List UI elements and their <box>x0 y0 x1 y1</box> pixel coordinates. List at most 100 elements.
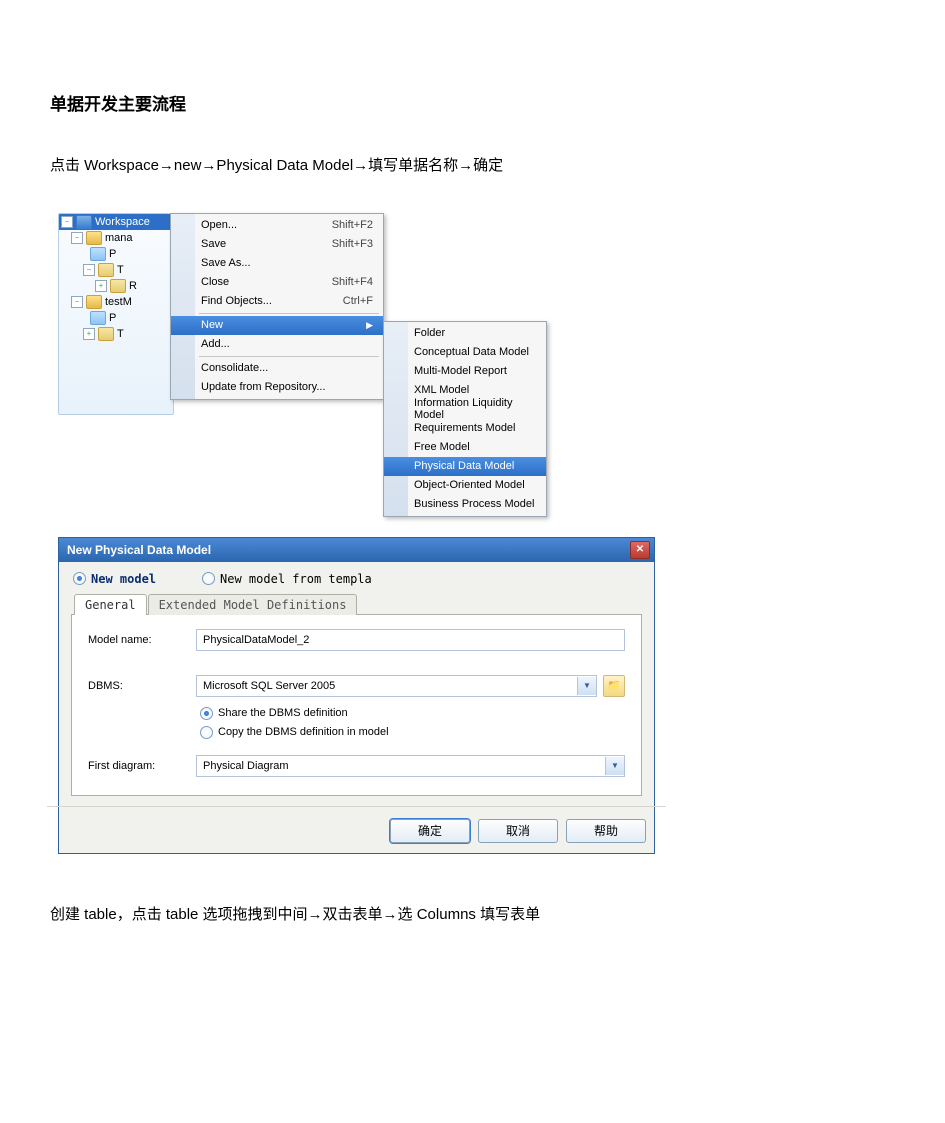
menu-close[interactable]: Close Shift+F4 <box>171 273 383 292</box>
package-icon <box>86 295 102 309</box>
input-value: PhysicalDataModel_2 <box>203 634 309 646</box>
radio-icon <box>202 572 215 585</box>
menu-shortcut: Shift+F4 <box>308 276 373 288</box>
ok-button[interactable]: 确定 <box>390 819 470 843</box>
tree-label: testM <box>105 296 132 308</box>
tree-item[interactable]: P <box>59 246 173 262</box>
new-pdm-dialog: New Physical Data Model ✕ New model New … <box>58 537 655 854</box>
menu-label: Requirements Model <box>414 422 516 434</box>
radio-copy-dbms[interactable]: Copy the DBMS definition in model <box>200 726 625 739</box>
menu-open[interactable]: Open... Shift+F2 <box>171 216 383 235</box>
folder-icon <box>98 327 114 341</box>
tab-general[interactable]: General <box>74 594 147 615</box>
tree-label: T <box>117 328 124 340</box>
submenu-ilm[interactable]: Information Liquidity Model <box>384 400 546 419</box>
chevron-down-icon[interactable]: ▼ <box>577 677 596 695</box>
browse-folder-icon[interactable]: 📁 <box>603 675 625 697</box>
menu-save-as[interactable]: Save As... <box>171 254 383 273</box>
tree-label: P <box>109 312 116 324</box>
menu-add[interactable]: Add... <box>171 335 383 354</box>
tree-label: T <box>117 264 124 276</box>
menu-label: Update from Repository... <box>201 381 326 393</box>
tab-panel-general: Model name: PhysicalDataModel_2 DBMS: Mi… <box>71 614 642 796</box>
menu-update-repository[interactable]: Update from Repository... <box>171 378 383 397</box>
menu-shortcut: Shift+F2 <box>308 219 373 231</box>
menu-label: Add... <box>201 338 230 350</box>
menu-shortcut: Ctrl+F <box>319 295 373 307</box>
select-dbms[interactable]: Microsoft SQL Server 2005 ▼ <box>196 675 597 697</box>
menu-save[interactable]: Save Shift+F3 <box>171 235 383 254</box>
folder-icon <box>110 279 126 293</box>
submenu-mmr[interactable]: Multi-Model Report <box>384 362 546 381</box>
submenu-folder[interactable]: Folder <box>384 324 546 343</box>
tree-item[interactable]: − T <box>59 262 173 278</box>
menu-label: Save As... <box>201 257 251 269</box>
menu-label: Consolidate... <box>201 362 268 374</box>
menu-label: Multi-Model Report <box>414 365 507 377</box>
select-first-diagram[interactable]: Physical Diagram ▼ <box>196 755 625 777</box>
tree-item[interactable]: + R <box>59 278 173 294</box>
radio-label: Copy the DBMS definition in model <box>218 726 389 738</box>
tree-toggle-icon[interactable]: − <box>71 232 83 244</box>
menu-separator <box>199 356 379 357</box>
radio-share-dbms[interactable]: Share the DBMS definition <box>200 707 625 720</box>
submenu-cdm[interactable]: Conceptual Data Model <box>384 343 546 362</box>
folder-icon <box>98 263 114 277</box>
chevron-down-icon[interactable]: ▼ <box>605 757 624 775</box>
menu-label: Physical Data Model <box>414 460 514 472</box>
tree-toggle-icon[interactable]: − <box>61 216 73 228</box>
radio-icon <box>200 726 213 739</box>
radio-new-from-template[interactable]: New model from templa <box>202 572 372 586</box>
radio-new-model[interactable]: New model <box>73 572 156 586</box>
step1-text: 点击 Workspace→new→Physical Data Model→填写单… <box>50 153 895 179</box>
radio-icon <box>73 572 86 585</box>
submenu-arrow-icon: ▶ <box>366 320 373 331</box>
submenu-oom[interactable]: Object-Oriented Model <box>384 476 546 495</box>
label-first-diagram: First diagram: <box>88 760 196 772</box>
tree-toggle-icon[interactable]: + <box>83 328 95 340</box>
screenshot-context-menu: − Workspace − mana P − T + R <box>58 213 540 497</box>
tree-item[interactable]: − testM <box>59 294 173 310</box>
menu-label: Conceptual Data Model <box>414 346 529 358</box>
radio-label: New model from templa <box>220 572 372 586</box>
submenu-bpm[interactable]: Business Process Model <box>384 495 546 514</box>
tree-item[interactable]: + T <box>59 326 173 342</box>
radio-label: New model <box>91 572 156 586</box>
diagram-icon <box>90 247 106 261</box>
tree-item[interactable]: − mana <box>59 230 173 246</box>
package-icon <box>86 231 102 245</box>
tree-workspace[interactable]: − Workspace <box>59 214 173 230</box>
submenu-pdm[interactable]: Physical Data Model <box>384 457 546 476</box>
submenu-rm[interactable]: Requirements Model <box>384 419 546 438</box>
close-icon[interactable]: ✕ <box>630 541 650 559</box>
menu-label: Information Liquidity Model <box>414 397 536 421</box>
tree-panel: − Workspace − mana P − T + R <box>58 213 174 415</box>
context-menu: Open... Shift+F2 Save Shift+F3 Save As..… <box>170 213 384 400</box>
menu-label: XML Model <box>414 384 469 396</box>
menu-label: New <box>201 319 223 331</box>
help-button[interactable]: 帮助 <box>566 819 646 843</box>
tree-label: R <box>129 280 137 292</box>
menu-label: Free Model <box>414 441 470 453</box>
step2-text: 创建 table，点击 table 选项拖拽到中间→双击表单→选 Columns… <box>50 902 895 928</box>
tree-toggle-icon[interactable]: + <box>95 280 107 292</box>
submenu-fm[interactable]: Free Model <box>384 438 546 457</box>
tree-label: Workspace <box>95 216 150 228</box>
tree-toggle-icon[interactable]: − <box>71 296 83 308</box>
menu-separator <box>199 313 379 314</box>
tree-label: P <box>109 248 116 260</box>
menu-label: Close <box>201 276 229 288</box>
menu-consolidate[interactable]: Consolidate... <box>171 359 383 378</box>
tree-label: mana <box>105 232 133 244</box>
tree-toggle-icon[interactable]: − <box>83 264 95 276</box>
dialog-titlebar[interactable]: New Physical Data Model ✕ <box>59 538 654 562</box>
menu-find-objects[interactable]: Find Objects... Ctrl+F <box>171 292 383 311</box>
workspace-icon <box>76 215 92 229</box>
input-model-name[interactable]: PhysicalDataModel_2 <box>196 629 625 651</box>
cancel-button[interactable]: 取消 <box>478 819 558 843</box>
radio-icon <box>200 707 213 720</box>
radio-label: Share the DBMS definition <box>218 707 348 719</box>
tree-item[interactable]: P <box>59 310 173 326</box>
menu-new[interactable]: New ▶ <box>171 316 383 335</box>
tab-extended-definitions[interactable]: Extended Model Definitions <box>148 594 358 615</box>
